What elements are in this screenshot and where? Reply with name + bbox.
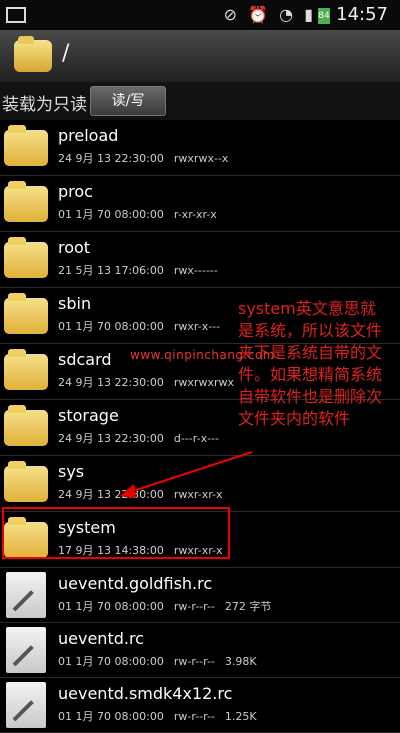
clock: 14:57 [336, 4, 388, 25]
folder-icon [4, 293, 48, 334]
item-name: preload [58, 126, 119, 145]
item-meta: 24 9月 13 22:30:00 d---r-x--- [58, 430, 219, 446]
folder-icon [4, 181, 48, 222]
folder-icon [4, 405, 48, 446]
item-name: sdcard [58, 350, 112, 369]
list-item[interactable]: ueventd.smdk4x12.rc 01 1月 70 08:00:00 rw-… [0, 678, 400, 733]
item-date: 24 9月 13 22:30:00 [58, 488, 164, 501]
item-date: 24 9月 13 22:30:00 [58, 432, 164, 445]
status-bar: ⊘ ⏰ ◔ ▮ 84 14:57 [0, 0, 400, 30]
item-perm: rwxr-x--- [173, 320, 221, 333]
folder-icon [4, 517, 48, 558]
item-perm: rw-r--r-- [173, 600, 215, 613]
item-name: sbin [58, 294, 92, 313]
list-item[interactable]: proc 01 1月 70 08:00:00 r-xr-xr-x [0, 176, 400, 232]
item-size: 272 字节 [224, 600, 272, 613]
file-icon [6, 572, 46, 618]
item-meta: 21 5月 13 17:06:00 rwx------ [58, 262, 218, 278]
battery-icon: 84 [318, 8, 330, 24]
item-date: 17 9月 13 14:38:00 [58, 544, 164, 557]
item-size: 3.98K [224, 655, 257, 668]
item-perm: rwxrwxrwx [173, 376, 234, 389]
item-perm: r-xr-xr-x [173, 208, 217, 221]
folder-icon [4, 349, 48, 390]
list-item[interactable]: preload 24 9月 13 22:30:00 rwxrwx--x [0, 120, 400, 176]
item-name: proc [58, 182, 93, 201]
item-name: ueventd.smdk4x12.rc [58, 684, 233, 703]
item-perm: rwxr-xr-x [173, 544, 223, 557]
list-item[interactable]: ueventd.goldfish.rc 01 1月 70 08:00:00 rw-… [0, 568, 400, 623]
item-perm: rwxr-xr-x [173, 488, 223, 501]
mount-mode-label: 装载为只读 [2, 95, 87, 115]
item-meta: 24 9月 13 22:30:00 rwxrwx--x [58, 150, 228, 166]
item-date: 01 1月 70 08:00:00 [58, 600, 164, 613]
item-meta: 01 1月 70 08:00:00 rwxr-x--- [58, 318, 220, 334]
item-perm: d---r-x--- [173, 432, 219, 445]
item-name: root [58, 238, 91, 257]
list-item[interactable]: ueventd.rc 01 1月 70 08:00:00 rw-r--r-- 3.9… [0, 623, 400, 678]
item-meta: 01 1月 70 08:00:00 rw-r--r-- 272 字节 [58, 598, 271, 614]
item-meta: 24 9月 13 22:30:00 rwxrwxrwx [58, 374, 234, 390]
watermark: www.qinpinchang.com [130, 348, 275, 362]
item-date: 01 1月 70 08:00:00 [58, 320, 164, 333]
item-perm: rwxrwx--x [173, 152, 229, 165]
item-date: 24 9月 13 22:30:00 [58, 152, 164, 165]
app-folder-icon[interactable] [14, 36, 52, 72]
folder-icon [4, 461, 48, 502]
item-name: system [58, 518, 116, 537]
list-item[interactable]: sys 24 9月 13 22:30:00 rwxr-xr-x [0, 456, 400, 512]
item-date: 21 5月 13 17:06:00 [58, 264, 164, 277]
item-meta: 24 9月 13 22:30:00 rwxr-xr-x [58, 486, 223, 502]
item-name: storage [58, 406, 119, 425]
annotation-text: system英文意思就是系统，所以该文件夹下是系统自带的文件。如果想精简系统自带… [238, 299, 383, 428]
gallery-icon [6, 7, 26, 23]
file-icon [6, 682, 46, 728]
item-date: 01 1月 70 08:00:00 [58, 208, 164, 221]
item-meta: 17 9月 13 14:38:00 rwxr-xr-x [58, 542, 223, 558]
read-write-button[interactable]: 读/写 [90, 86, 166, 116]
folder-icon [4, 237, 48, 278]
item-date: 01 1月 70 08:00:00 [58, 655, 164, 668]
item-meta: 01 1月 70 08:00:00 r-xr-xr-x [58, 206, 217, 222]
item-perm: rw-r--r-- [173, 655, 215, 668]
status-icons: ⊘ ⏰ ◔ ▮ [223, 5, 316, 24]
current-path: / [62, 41, 70, 66]
item-name: ueventd.rc [58, 629, 144, 648]
item-name: sys [58, 462, 85, 481]
item-meta: 01 1月 70 08:00:00 rw-r--r-- 3.98K [58, 653, 257, 669]
item-meta: 01 1月 70 08:00:00 rw-r--r-- 1.25K [58, 708, 257, 724]
folder-icon [4, 125, 48, 166]
file-icon [6, 627, 46, 673]
item-perm: rwx------ [173, 264, 218, 277]
list-item[interactable]: system 17 9月 13 14:38:00 rwxr-xr-x [0, 512, 400, 568]
title-bar: / [0, 30, 400, 82]
item-name: ueventd.goldfish.rc [58, 574, 213, 593]
list-item[interactable]: root 21 5月 13 17:06:00 rwx------ [0, 232, 400, 288]
item-date: 24 9月 13 22:30:00 [58, 376, 164, 389]
mount-mode-bar: 装载为只读 读/写 [0, 82, 400, 120]
